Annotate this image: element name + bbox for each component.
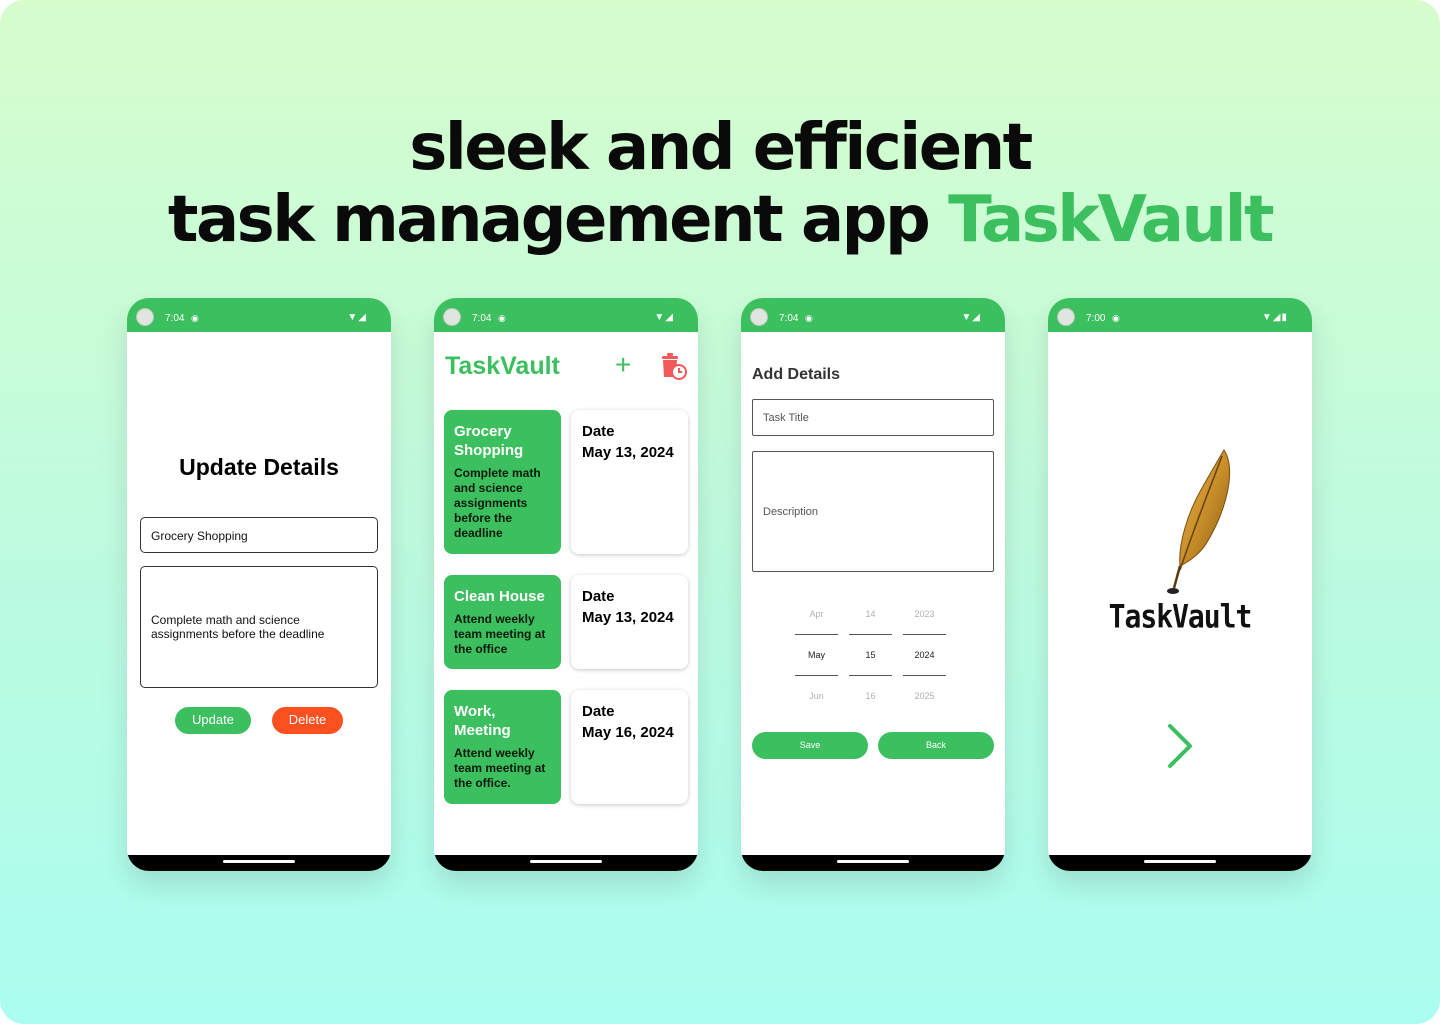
camera-icon bbox=[1057, 308, 1075, 326]
chevron-right-icon[interactable] bbox=[1164, 722, 1196, 770]
phone-add-details: 7:04 ◉ ▼◢ Add Details Task Title Descrip… bbox=[741, 298, 1005, 871]
date-value: May 13, 2024 bbox=[582, 444, 674, 461]
picker-divider bbox=[795, 675, 838, 676]
nav-bar bbox=[1048, 855, 1312, 871]
picker-divider bbox=[903, 634, 946, 635]
picker-divider bbox=[903, 675, 946, 676]
wifi-signal-icon: ▼◢ bbox=[347, 312, 367, 323]
date-label: Date bbox=[582, 703, 615, 720]
task-description: Complete math and science assignments be… bbox=[454, 466, 541, 540]
wifi-signal-icon: ▼◢ bbox=[961, 312, 981, 323]
day-picker[interactable]: 14 15 16 bbox=[849, 604, 892, 706]
task-description-input[interactable]: Complete math and science assignments be… bbox=[140, 566, 378, 688]
description-input[interactable]: Description bbox=[752, 451, 994, 572]
picker-divider bbox=[849, 634, 892, 635]
home-handle[interactable] bbox=[530, 860, 602, 863]
save-button[interactable]: Save bbox=[752, 732, 868, 759]
camera-icon bbox=[750, 308, 768, 326]
headline-line2-prefix: task management app bbox=[167, 183, 949, 257]
home-handle[interactable] bbox=[1144, 860, 1216, 863]
task-card[interactable]: Grocery Shopping Complete math and scien… bbox=[444, 410, 561, 554]
task-title: Clean House bbox=[454, 588, 545, 605]
task-title-input[interactable]: Task Title bbox=[752, 399, 994, 436]
phone-task-list: 7:04 ◉ ▼◢ TaskVault + Grocery Shopping C… bbox=[434, 298, 698, 871]
task-title: Work, Meeting bbox=[454, 703, 511, 739]
status-bar: 7:00 ◉ ▼◢▮ bbox=[1048, 298, 1312, 332]
headline-line2: task management app TaskVault bbox=[0, 184, 1440, 256]
android-icon: ◉ bbox=[498, 313, 506, 323]
picker-selected[interactable]: 2024 bbox=[903, 645, 946, 665]
back-button[interactable]: Back bbox=[878, 732, 994, 759]
brand-name: TaskVault bbox=[1108, 597, 1253, 636]
trash-clock-icon[interactable] bbox=[660, 353, 688, 381]
picker-selected[interactable]: 15 bbox=[849, 645, 892, 665]
picker-next[interactable]: Jun bbox=[795, 686, 838, 706]
status-bar: 7:04 ◉ ▼◢ bbox=[434, 298, 698, 332]
promo-canvas: sleek and efficient task management app … bbox=[0, 0, 1440, 1024]
quill-feather-icon bbox=[1167, 449, 1230, 594]
task-card[interactable]: Work, Meeting Attend weekly team meeting… bbox=[444, 690, 561, 804]
headline-brand: TaskVault bbox=[948, 183, 1275, 257]
android-icon: ◉ bbox=[1112, 313, 1120, 323]
status-bar: 7:04 ◉ ▼◢ bbox=[127, 298, 391, 332]
home-handle[interactable] bbox=[837, 860, 909, 863]
date-label: Date bbox=[582, 588, 615, 605]
wifi-signal-battery-icon: ▼◢▮ bbox=[1261, 312, 1288, 323]
picker-selected[interactable]: May bbox=[795, 645, 838, 665]
phone-splash: 7:00 ◉ ▼◢▮ TaskVault bbox=[1048, 298, 1312, 871]
date-value: May 16, 2024 bbox=[582, 724, 674, 741]
date-label: Date bbox=[582, 423, 615, 440]
camera-icon bbox=[136, 308, 154, 326]
phone-update-details: 7:04 ◉ ▼◢ Update Details Grocery Shoppin… bbox=[127, 298, 391, 871]
nav-bar bbox=[434, 855, 698, 871]
picker-prev[interactable]: Apr bbox=[795, 604, 838, 624]
task-description: Attend weekly team meeting at the office bbox=[454, 612, 546, 656]
headline: sleek and efficient task management app … bbox=[0, 112, 1440, 256]
year-picker[interactable]: 2023 2024 2025 bbox=[903, 604, 946, 706]
status-time: 7:00 bbox=[1086, 313, 1106, 324]
update-button[interactable]: Update bbox=[175, 707, 251, 734]
status-time: 7:04 bbox=[165, 313, 185, 324]
task-date-card[interactable]: Date May 16, 2024 bbox=[571, 690, 688, 804]
task-card[interactable]: Clean House Attend weekly team meeting a… bbox=[444, 575, 561, 669]
headline-line1: sleek and efficient bbox=[409, 111, 1033, 185]
picker-prev[interactable]: 14 bbox=[849, 604, 892, 624]
nav-bar bbox=[741, 855, 1005, 871]
android-icon: ◉ bbox=[805, 313, 813, 323]
status-bar: 7:04 ◉ ▼◢ bbox=[741, 298, 1005, 332]
app-title: TaskVault bbox=[445, 352, 560, 380]
picker-divider bbox=[849, 675, 892, 676]
nav-bar bbox=[127, 855, 391, 871]
task-date-card[interactable]: Date May 13, 2024 bbox=[571, 575, 688, 669]
picker-prev[interactable]: 2023 bbox=[903, 604, 946, 624]
page-title: Update Details bbox=[179, 454, 339, 480]
status-time: 7:04 bbox=[472, 313, 492, 324]
month-picker[interactable]: Apr May Jun bbox=[795, 604, 838, 706]
wifi-signal-icon: ▼◢ bbox=[654, 312, 674, 323]
task-date-card[interactable]: Date May 13, 2024 bbox=[571, 410, 688, 554]
date-value: May 13, 2024 bbox=[582, 609, 674, 626]
picker-next[interactable]: 16 bbox=[849, 686, 892, 706]
task-title: Grocery Shopping bbox=[454, 423, 524, 459]
delete-button[interactable]: Delete bbox=[272, 707, 343, 734]
task-description: Attend weekly team meeting at the office… bbox=[454, 746, 546, 790]
status-time: 7:04 bbox=[779, 313, 799, 324]
picker-next[interactable]: 2025 bbox=[903, 686, 946, 706]
camera-icon bbox=[443, 308, 461, 326]
home-handle[interactable] bbox=[223, 860, 295, 863]
page-title: Add Details bbox=[752, 366, 841, 383]
android-icon: ◉ bbox=[191, 313, 199, 323]
task-title-input[interactable]: Grocery Shopping bbox=[140, 517, 378, 553]
plus-icon[interactable]: + bbox=[615, 349, 631, 381]
picker-divider bbox=[795, 634, 838, 635]
